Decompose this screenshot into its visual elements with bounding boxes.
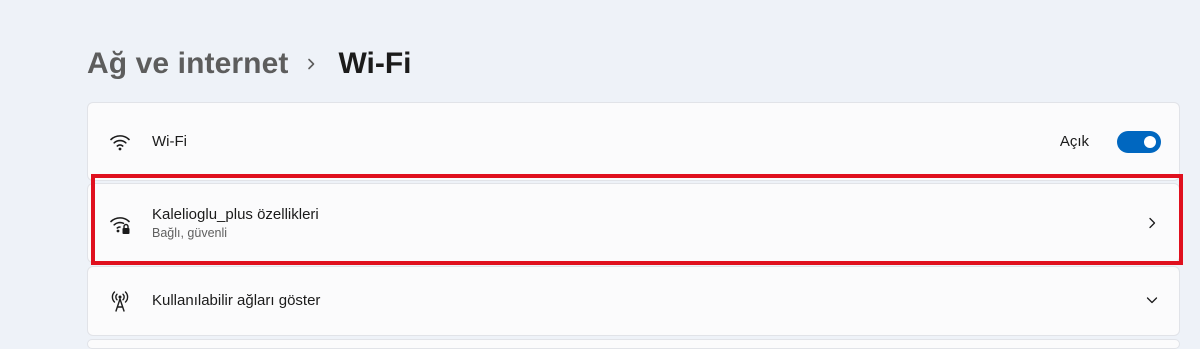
wifi-setting-row: Wi-Fi Açık xyxy=(87,102,1180,181)
page-title: Wi-Fi xyxy=(338,47,412,80)
toggle-knob xyxy=(1144,136,1156,148)
chevron-right-icon xyxy=(304,57,318,71)
antenna-icon xyxy=(108,289,132,313)
wifi-setting-title: Wi-Fi xyxy=(152,133,187,150)
next-setting-row xyxy=(87,339,1180,349)
wifi-icon xyxy=(108,130,132,154)
network-properties-row[interactable]: Kalelioglu_plus özellikleri Bağlı, güven… xyxy=(87,183,1180,263)
network-properties-title: Kalelioglu_plus özellikleri xyxy=(152,206,319,223)
wifi-state-label: Açık xyxy=(1059,133,1089,150)
show-available-networks-row[interactable]: Kullanılabilir ağları göster xyxy=(87,266,1180,336)
wifi-toggle[interactable] xyxy=(1117,131,1161,153)
chevron-right-icon xyxy=(1145,216,1159,230)
breadcrumb: Ağ ve internet Wi-Fi xyxy=(87,40,412,88)
wifi-secured-icon xyxy=(108,212,132,236)
network-status-text: Bağlı, güvenli xyxy=(152,226,228,240)
breadcrumb-parent-link[interactable]: Ağ ve internet xyxy=(87,47,288,81)
show-available-networks-title: Kullanılabilir ağları göster xyxy=(152,292,321,309)
chevron-down-icon xyxy=(1145,293,1159,307)
